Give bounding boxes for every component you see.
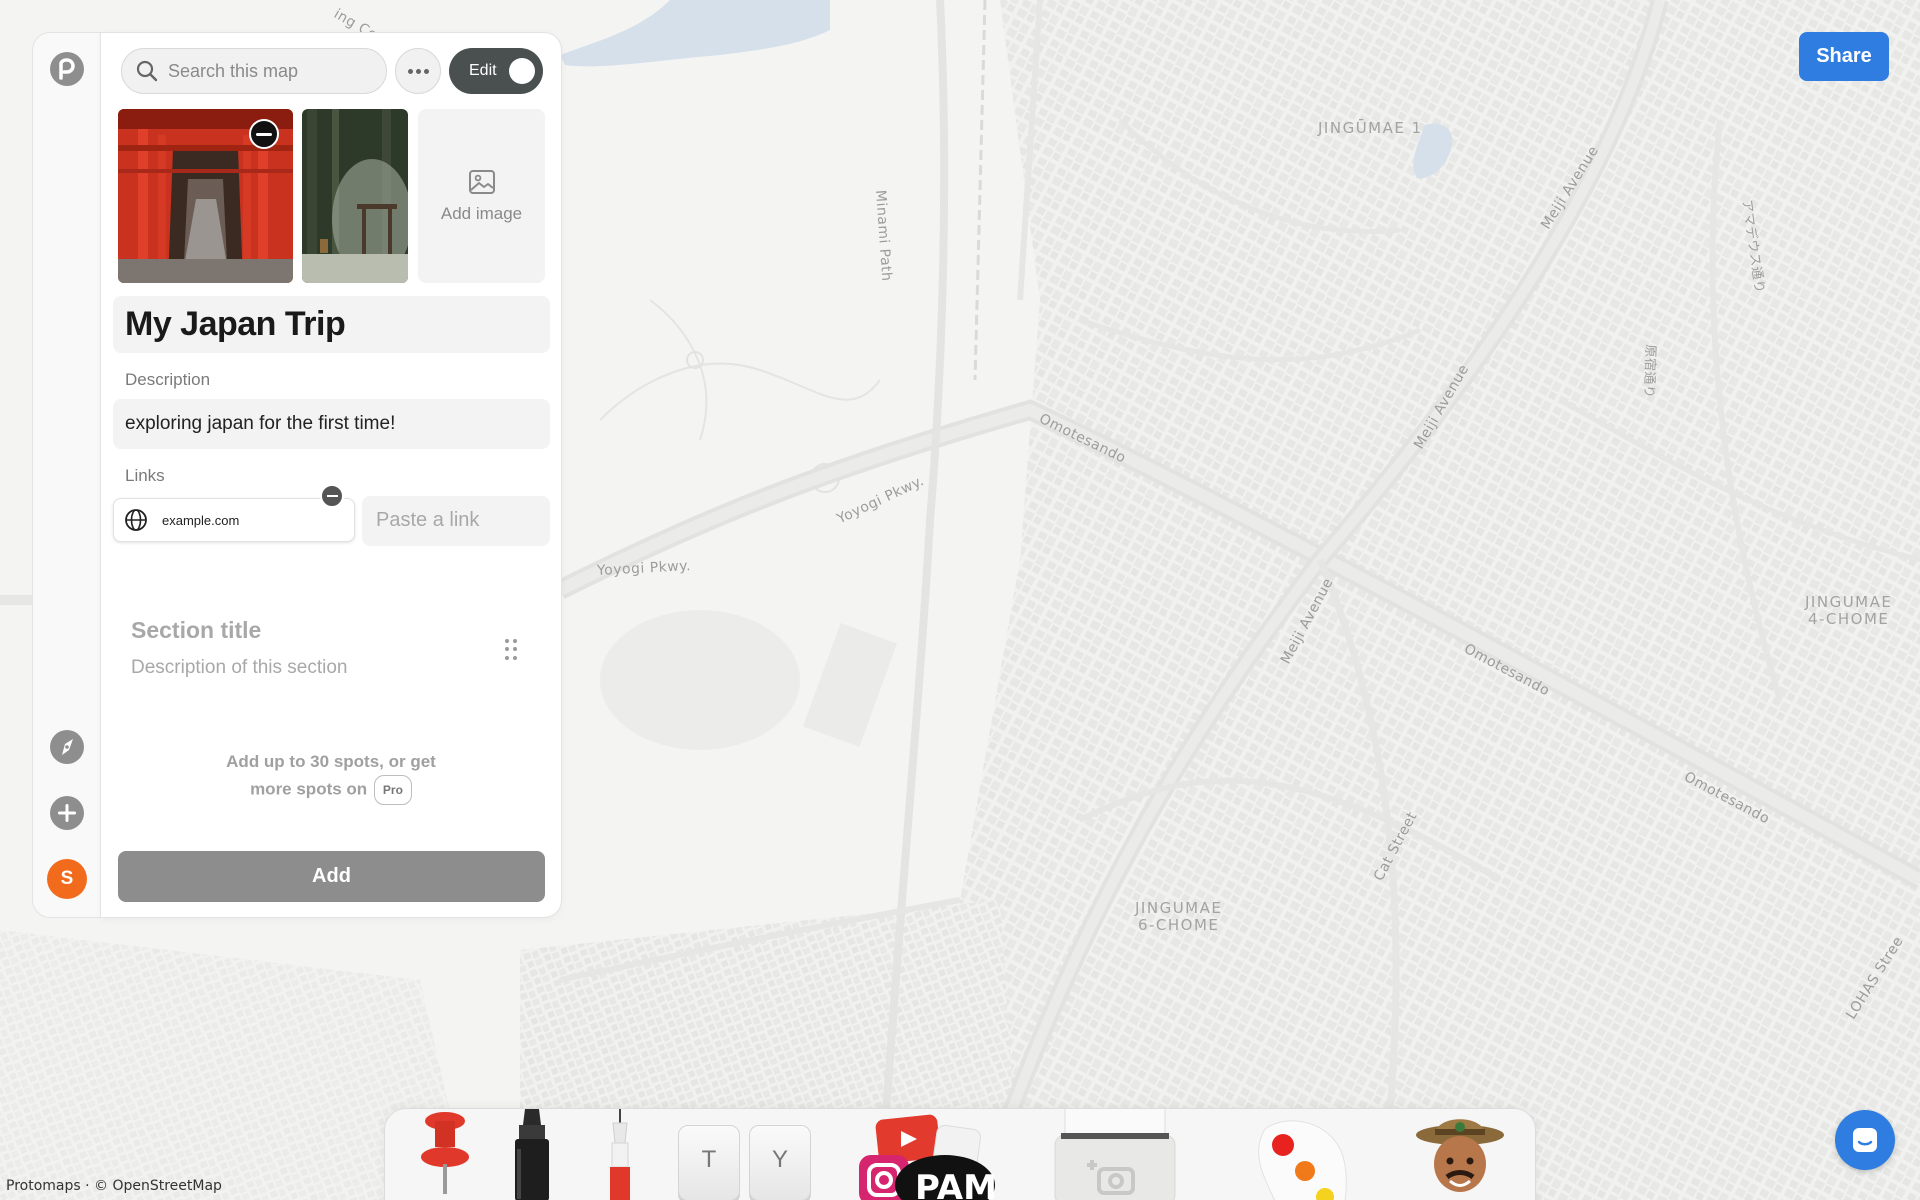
map-attribution[interactable]: Protomaps · © OpenStreetMap xyxy=(6,1178,222,1194)
globe-icon xyxy=(125,509,147,531)
left-rail: S xyxy=(32,32,100,918)
section-description-field[interactable]: Description of this section xyxy=(131,657,348,679)
search-icon xyxy=(136,60,158,82)
tool-dock: T Y PAM xyxy=(384,1098,1536,1200)
link-text: example.com xyxy=(162,512,240,528)
paste-link-input[interactable]: Paste a link xyxy=(362,496,550,546)
link-chip[interactable]: example.com xyxy=(113,498,355,542)
pro-badge[interactable]: Pro xyxy=(373,775,412,805)
share-button[interactable]: Share xyxy=(1799,32,1889,81)
remove-image-button[interactable] xyxy=(249,119,279,149)
map-label-jingumae1: JINGŪMAE 1 xyxy=(1318,119,1423,137)
user-avatar[interactable]: S xyxy=(47,859,87,899)
map-label-jp-street: 原宿通り xyxy=(1640,344,1658,399)
spots-limit-note: Add up to 30 spots, or get more spots on… xyxy=(161,749,501,805)
pin-tool-icon[interactable] xyxy=(415,1109,475,1200)
more-options-button[interactable] xyxy=(395,48,441,94)
search-input[interactable] xyxy=(168,60,368,82)
remove-link-button[interactable] xyxy=(320,484,344,508)
media-stack-icon[interactable]: PAM xyxy=(855,1109,1005,1200)
dot-icon xyxy=(407,68,413,74)
drag-handle-icon[interactable] xyxy=(505,639,519,661)
pam-label: PAM xyxy=(915,1168,997,1200)
plus-icon[interactable] xyxy=(49,795,85,831)
map-label-jingumae4: JINGUMAE 4-CHOME xyxy=(1805,593,1893,628)
map-title-field[interactable]: My Japan Trip xyxy=(113,296,550,353)
trip-image-forest-shrine[interactable] xyxy=(302,109,408,283)
pen-tool-icon[interactable] xyxy=(595,1109,645,1200)
add-button[interactable]: Add xyxy=(118,851,545,902)
marker-tool-icon[interactable] xyxy=(503,1109,563,1200)
trip-image-torii-gates[interactable] xyxy=(118,109,293,283)
protomaps-logo-icon[interactable] xyxy=(49,51,85,87)
edit-toggle-label: Edit xyxy=(469,62,497,79)
map-label-jingumae6: JINGUMAE 6-CHOME xyxy=(1135,899,1223,934)
color-palette-icon[interactable] xyxy=(1245,1109,1355,1200)
toggle-knob xyxy=(509,58,535,84)
camera-tool-icon[interactable] xyxy=(1045,1098,1185,1200)
description-field[interactable]: exploring japan for the first time! xyxy=(113,399,550,449)
links-label: Links xyxy=(125,466,165,485)
forest-shrine-image xyxy=(302,109,408,283)
description-label: Description xyxy=(125,370,211,389)
add-image-label: Add image xyxy=(440,204,523,223)
add-image-button[interactable]: Add image xyxy=(418,109,545,283)
compass-icon[interactable] xyxy=(49,729,85,765)
dot-icon xyxy=(423,68,429,74)
section-title-field[interactable]: Section title xyxy=(131,617,261,644)
dot-icon xyxy=(415,68,421,74)
chat-support-button[interactable] xyxy=(1835,1110,1895,1170)
chat-icon xyxy=(1853,1128,1877,1152)
edit-toggle[interactable]: Edit xyxy=(449,48,543,94)
search-box[interactable] xyxy=(121,48,387,94)
map-editor-panel: Edit xyxy=(100,32,562,918)
text-key-y[interactable]: Y xyxy=(749,1125,811,1200)
text-key-t[interactable]: T xyxy=(678,1125,740,1200)
explorer-character-icon[interactable] xyxy=(1405,1109,1515,1200)
image-icon xyxy=(468,170,495,194)
